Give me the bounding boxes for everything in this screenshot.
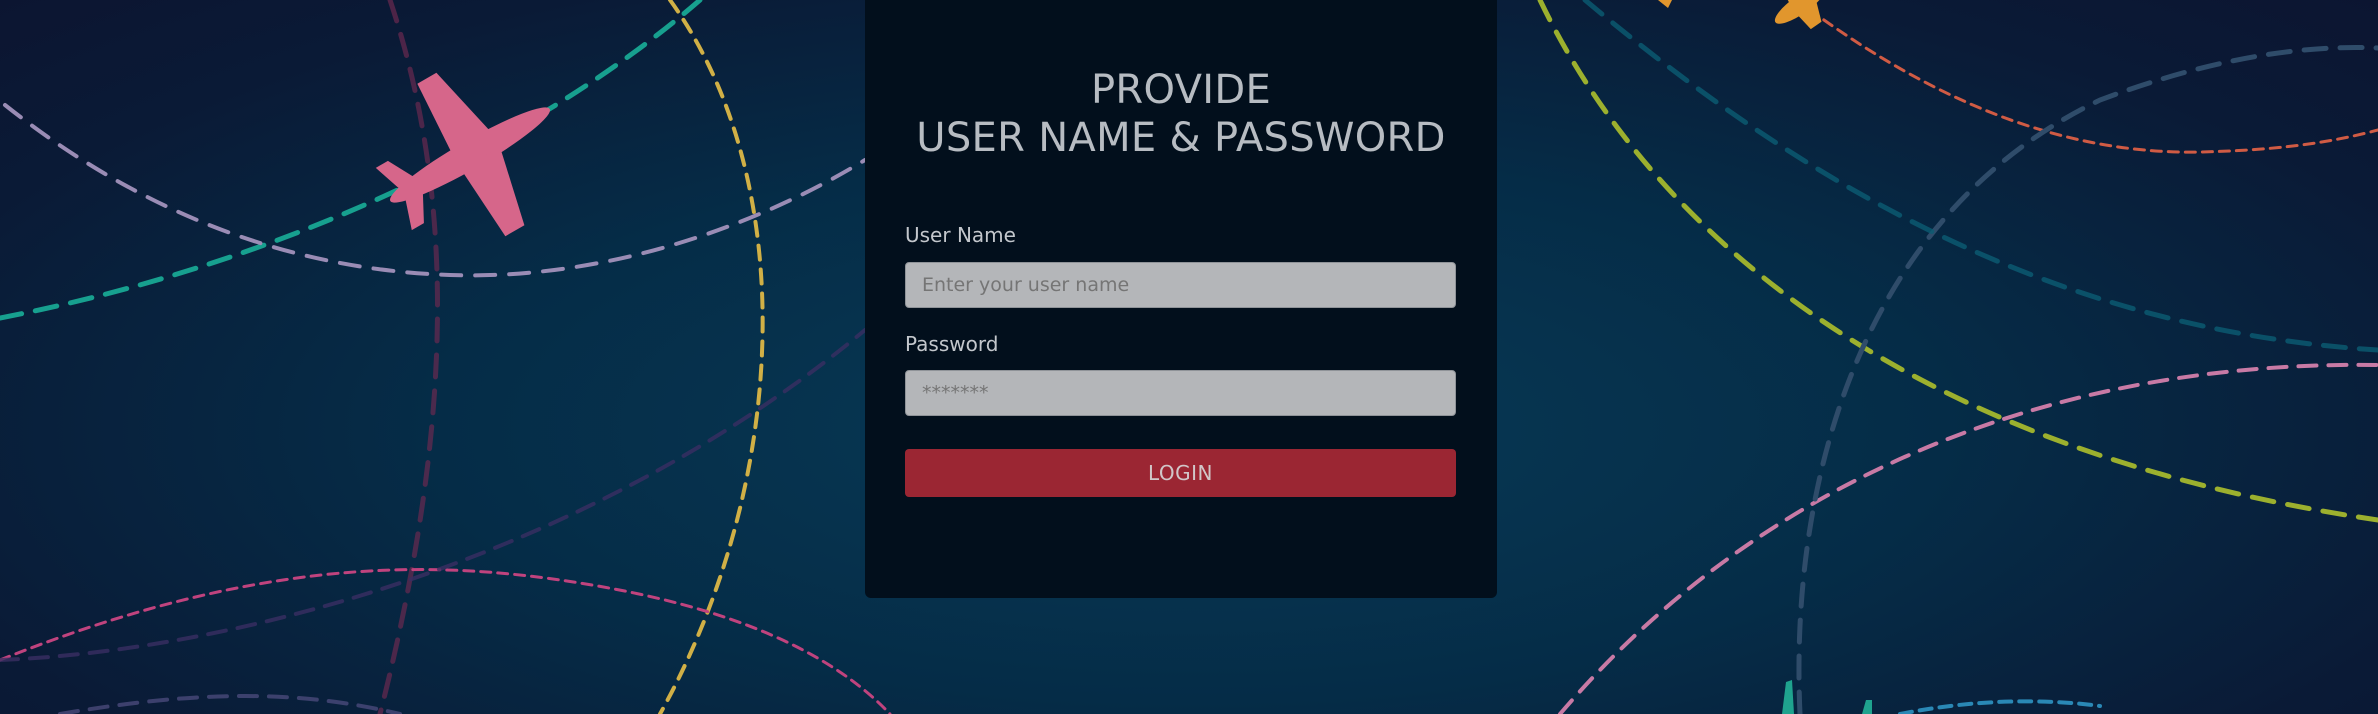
password-label: Password <box>905 332 999 356</box>
flight-path <box>1558 362 2378 714</box>
flight-path <box>0 328 867 662</box>
flight-path <box>1898 699 2102 714</box>
flight-path <box>0 568 892 714</box>
flight-path <box>1808 8 2378 154</box>
login-panel: PROVIDE USER NAME & PASSWORD User Name P… <box>865 0 1497 598</box>
flight-path <box>1582 0 2378 353</box>
login-button[interactable]: LOGIN <box>905 449 1456 497</box>
airplane-icon <box>375 72 550 237</box>
password-input[interactable] <box>905 370 1456 416</box>
flight-path <box>58 694 402 714</box>
title-line-1: PROVIDE <box>1090 67 1272 113</box>
flight-path <box>658 0 765 714</box>
flight-path <box>377 0 440 714</box>
flight-path <box>0 0 703 321</box>
username-label: User Name <box>905 223 1016 247</box>
flight-path <box>1537 0 2378 523</box>
username-input[interactable] <box>905 262 1456 308</box>
login-title: PROVIDE USER NAME & PASSWORD <box>865 66 1497 162</box>
airplane-icon <box>1782 680 1872 714</box>
airplane-icon <box>1658 0 1672 8</box>
title-line-2: USER NAME & PASSWORD <box>916 115 1446 161</box>
